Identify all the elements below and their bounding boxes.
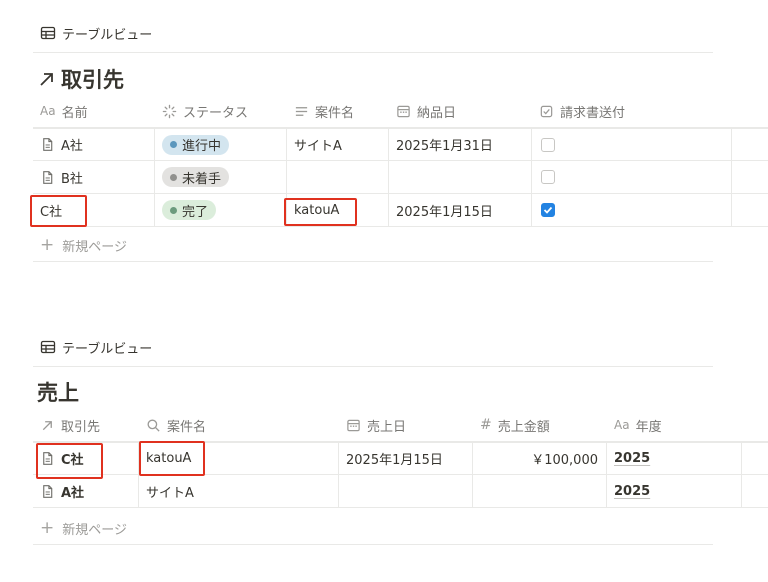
name-cell[interactable]: B社 bbox=[33, 161, 155, 193]
column-header-amount[interactable]: # 売上金額 bbox=[473, 409, 607, 441]
year-cell[interactable]: 2025 bbox=[607, 443, 742, 474]
status-badge: 完了 bbox=[162, 200, 217, 220]
invoice-cell[interactable] bbox=[532, 161, 732, 193]
database-title[interactable]: 取引先 bbox=[37, 64, 124, 94]
invoice-cell[interactable] bbox=[532, 129, 732, 160]
page-icon bbox=[43, 138, 53, 151]
arrow-up-right-icon bbox=[42, 420, 52, 430]
database-title[interactable]: 売上 bbox=[37, 377, 79, 407]
highlight-box bbox=[30, 195, 87, 227]
amount-cell[interactable] bbox=[473, 475, 607, 507]
name-cell[interactable]: A社 bbox=[33, 129, 155, 160]
table-view-tab[interactable]: テーブルビュー bbox=[40, 336, 152, 358]
status-badge: 未着手 bbox=[162, 167, 230, 187]
new-page-button[interactable]: + 新規ページ bbox=[40, 516, 127, 540]
invoice-checkbox-checked[interactable] bbox=[541, 203, 555, 217]
status-cell[interactable]: 未着手 bbox=[155, 161, 287, 193]
table-view-tab[interactable]: テーブルビュー bbox=[40, 22, 152, 44]
table-header-row: Aa 名前 ステータス 案件名 納品日 請求書送付 bbox=[33, 95, 768, 128]
checkbox-type-icon bbox=[540, 105, 553, 117]
plus-icon: + bbox=[40, 517, 55, 538]
text-lines-icon bbox=[295, 106, 308, 116]
project-cell[interactable] bbox=[287, 161, 389, 193]
invoice-checkbox[interactable] bbox=[541, 170, 555, 184]
table-row[interactable]: A社 サイトA 2025 bbox=[33, 475, 768, 508]
status-icon bbox=[162, 104, 177, 118]
table-header-row: 取引先 案件名 売上日 # 売上金額 Aa 年度 bbox=[33, 409, 768, 442]
column-header-client[interactable]: 取引先 bbox=[33, 409, 139, 441]
highlight-box bbox=[284, 198, 357, 226]
column-header-delivery[interactable]: 納品日 bbox=[389, 95, 532, 127]
column-header-name[interactable]: Aa 名前 bbox=[33, 95, 155, 127]
column-header-sales-date[interactable]: 売上日 bbox=[339, 409, 473, 441]
table-row[interactable]: B社 未着手 bbox=[33, 161, 768, 194]
column-header-project[interactable]: 案件名 bbox=[139, 409, 339, 441]
plus-icon: + bbox=[40, 234, 55, 255]
table-icon bbox=[40, 26, 56, 40]
sales-date-cell[interactable]: 2025年1月15日 bbox=[339, 443, 473, 474]
check-icon bbox=[543, 206, 553, 214]
invoice-checkbox[interactable] bbox=[541, 137, 555, 152]
new-page-button[interactable]: + 新規ページ bbox=[40, 233, 127, 257]
search-icon bbox=[147, 419, 160, 432]
table-icon bbox=[40, 340, 56, 354]
text-type-icon: Aa bbox=[40, 104, 56, 118]
delivery-date-cell[interactable]: 2025年1月31日 bbox=[389, 129, 532, 160]
table-row[interactable]: C社 完了 katouA 2025年1月15日 bbox=[33, 194, 768, 227]
page-icon bbox=[43, 170, 53, 184]
amount-cell[interactable]: ￥100,000 bbox=[473, 443, 607, 474]
divider bbox=[33, 544, 713, 545]
calendar-icon bbox=[347, 419, 360, 431]
divider bbox=[33, 366, 713, 367]
status-cell[interactable]: 完了 bbox=[155, 194, 287, 226]
divider bbox=[33, 261, 713, 262]
column-header-project[interactable]: 案件名 bbox=[287, 95, 389, 127]
text-type-icon: Aa bbox=[614, 418, 630, 432]
highlight-box bbox=[36, 443, 103, 479]
page-icon bbox=[43, 484, 53, 498]
column-header-status[interactable]: ステータス bbox=[155, 95, 287, 127]
status-cell[interactable]: 進行中 bbox=[155, 129, 287, 160]
arrow-up-right-icon bbox=[40, 73, 53, 86]
table-row[interactable]: A社 進行中 サイトA 2025年1月31日 bbox=[33, 128, 768, 161]
invoice-cell[interactable] bbox=[532, 194, 732, 226]
clients-table: Aa 名前 ステータス 案件名 納品日 請求書送付 A社 進行中 サイトA 20 bbox=[33, 95, 768, 227]
project-cell[interactable]: サイトA bbox=[287, 129, 389, 160]
column-header-invoice[interactable]: 請求書送付 bbox=[532, 95, 732, 127]
delivery-date-cell[interactable] bbox=[389, 161, 532, 193]
project-cell[interactable]: サイトA bbox=[139, 475, 339, 507]
status-badge: 進行中 bbox=[162, 134, 230, 155]
delivery-date-cell[interactable]: 2025年1月15日 bbox=[389, 194, 532, 226]
calendar-icon bbox=[397, 105, 410, 117]
sales-date-cell[interactable] bbox=[339, 475, 473, 507]
database-title-text: 取引先 bbox=[61, 68, 124, 92]
database-title-text: 売上 bbox=[37, 381, 79, 405]
view-tab-label: テーブルビュー bbox=[62, 341, 153, 357]
column-header-year[interactable]: Aa 年度 bbox=[607, 409, 742, 441]
view-tab-label: テーブルビュー bbox=[62, 27, 153, 43]
client-relation-cell[interactable]: A社 bbox=[33, 475, 139, 507]
highlight-box bbox=[139, 441, 205, 476]
number-type-icon: # bbox=[480, 417, 492, 433]
divider bbox=[33, 52, 713, 53]
year-cell[interactable]: 2025 bbox=[607, 475, 742, 507]
